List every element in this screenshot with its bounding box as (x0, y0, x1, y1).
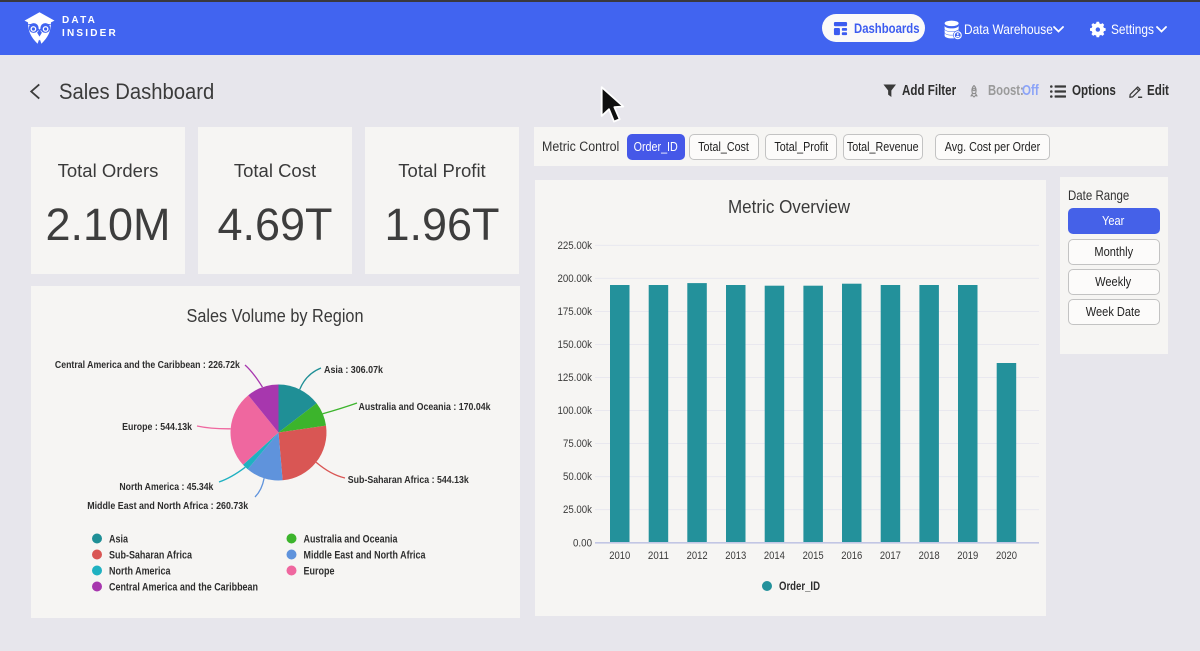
svg-text:Order_ID: Order_ID (779, 581, 820, 593)
svg-text:Sales Volume by Region: Sales Volume by Region (187, 306, 364, 326)
svg-text:2013: 2013 (725, 550, 746, 562)
svg-text:2011: 2011 (648, 550, 669, 562)
svg-text:Europe: Europe (304, 566, 335, 578)
svg-text:Metric Overview: Metric Overview (728, 197, 851, 217)
svg-text:Australia and Oceania : 170.04: Australia and Oceania : 170.04k (359, 401, 491, 413)
svg-text:0.00: 0.00 (573, 537, 592, 549)
svg-text:125.00k: 125.00k (558, 372, 593, 384)
svg-text:Sub-Saharan Africa: Sub-Saharan Africa (109, 550, 193, 562)
svg-text:North America: North America (109, 566, 171, 578)
svg-text:2020: 2020 (996, 550, 1017, 562)
svg-text:Asia : 306.07k: Asia : 306.07k (324, 364, 383, 376)
svg-text:150.00k: 150.00k (558, 339, 593, 351)
svg-text:North America : 45.34k: North America : 45.34k (119, 481, 213, 493)
svg-text:75.00k: 75.00k (563, 438, 592, 450)
svg-text:225.00k: 225.00k (558, 240, 593, 252)
svg-text:2014: 2014 (764, 550, 785, 562)
svg-text:Middle East and North Africa: Middle East and North Africa (304, 550, 427, 562)
svg-text:Central America and the Caribb: Central America and the Caribbean (109, 582, 258, 594)
svg-text:2010: 2010 (609, 550, 630, 562)
svg-text:Middle East and North Africa :: Middle East and North Africa : 260.73k (87, 500, 248, 512)
svg-text:2017: 2017 (880, 550, 901, 562)
svg-text:Sub-Saharan Africa : 544.13k: Sub-Saharan Africa : 544.13k (348, 474, 469, 486)
svg-text:200.00k: 200.00k (558, 273, 593, 285)
svg-text:Central America and the Caribb: Central America and the Caribbean : 226.… (55, 359, 240, 371)
svg-text:2016: 2016 (841, 550, 862, 562)
svg-text:2015: 2015 (803, 550, 824, 562)
svg-text:2012: 2012 (687, 550, 708, 562)
svg-text:Australia and Oceania: Australia and Oceania (304, 534, 399, 546)
svg-text:Europe : 544.13k: Europe : 544.13k (122, 421, 192, 433)
svg-text:100.00k: 100.00k (558, 405, 593, 417)
svg-text:175.00k: 175.00k (558, 306, 593, 318)
svg-text:Asia: Asia (109, 534, 129, 546)
svg-text:50.00k: 50.00k (563, 471, 592, 483)
svg-text:2019: 2019 (957, 550, 978, 562)
svg-text:2018: 2018 (919, 550, 940, 562)
svg-text:25.00k: 25.00k (563, 504, 592, 516)
